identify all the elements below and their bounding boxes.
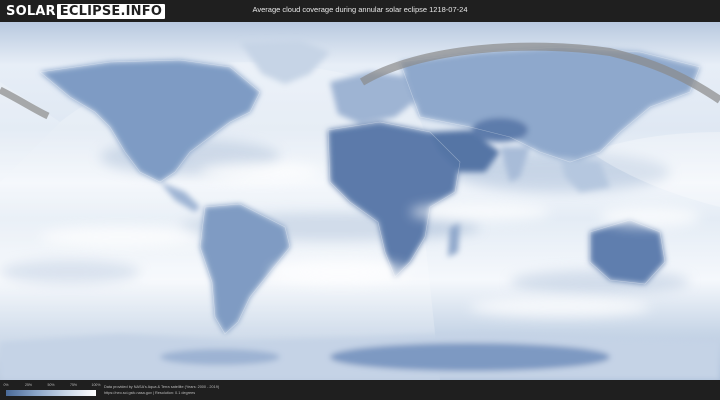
map-title: Average cloud coverage during annular so… — [252, 5, 468, 14]
footer-bar: 0% 25% 50% 75% 100% Data provided by NAS… — [0, 380, 720, 400]
credits-line-2: https://neo.sci.gsfc.nasa.gov | Resoluti… — [104, 391, 196, 395]
data-credits: Data provided by NASA's Aqua & Terra sat… — [104, 384, 219, 396]
cloud-coverage-map — [0, 22, 720, 380]
cloud-coverage-legend: 0% 25% 50% 75% 100% — [3, 383, 100, 396]
legend-tick-75: 75% — [69, 383, 78, 387]
legend-tick-0: 0% — [3, 383, 9, 387]
legend-tick-25: 25% — [24, 383, 33, 387]
world-map-svg — [0, 22, 720, 380]
legend-tick-50: 50% — [47, 383, 55, 387]
header-bar: SOLAR ECLIPSE.INFO Average cloud coverag… — [0, 0, 720, 22]
legend-ticks: 0% 25% 50% 75% 100% — [3, 383, 100, 388]
legend-tick-100: 100% — [91, 383, 101, 387]
legend-color-bar — [6, 390, 96, 396]
